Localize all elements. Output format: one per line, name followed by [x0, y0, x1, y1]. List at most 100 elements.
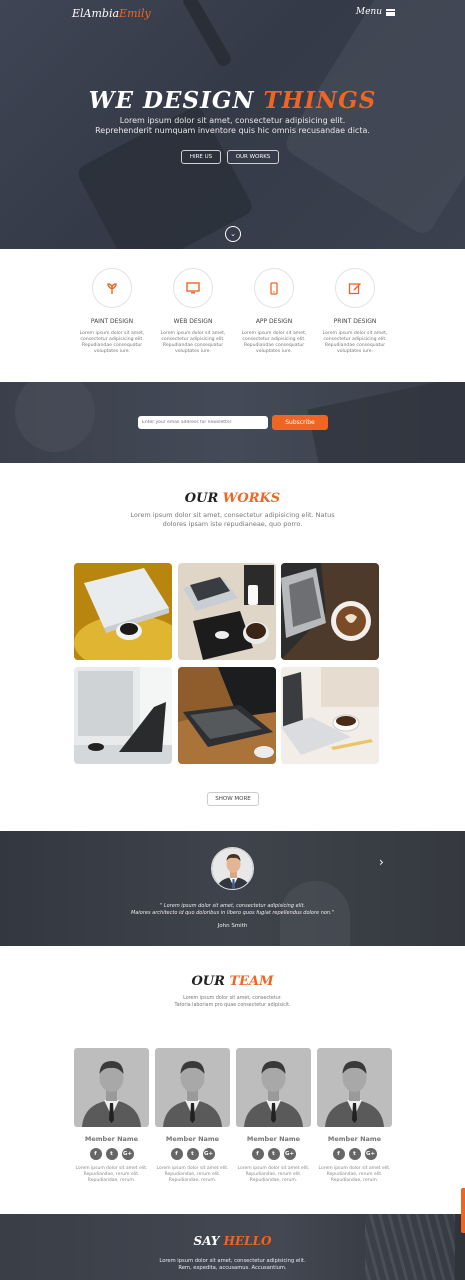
laptop-decoration — [307, 382, 465, 463]
quote-line: " Lorem ipsum dolor sit amet, consectetu… — [159, 903, 306, 909]
team-section: OUR TEAM Lorem ipsum dolor sit amet, con… — [0, 946, 465, 1214]
work-thumbnail[interactable] — [74, 563, 172, 660]
hamburger-icon — [386, 8, 395, 16]
hero-title-accent: THINGS — [263, 87, 377, 114]
service-title: WEB DESIGN — [173, 318, 213, 325]
services-section: PAINT DESIGN Lorem ipsum dolor sit amet,… — [0, 249, 465, 382]
logo-text: ElAmbia — [72, 7, 120, 20]
service-title: PAINT DESIGN — [90, 318, 134, 325]
member-name: Member Name — [165, 1135, 220, 1143]
twitter-icon[interactable]: t — [348, 1148, 361, 1160]
menu-label: Menu — [355, 7, 382, 17]
hero-subtitle-line: Reprehenderit numquam inventore quis hic… — [95, 126, 370, 135]
member-name: Member Name — [327, 1135, 382, 1143]
contact-title-text: SAY — [193, 1234, 224, 1248]
contact-title: SAY HELLO — [0, 1234, 465, 1248]
member-photo — [74, 1048, 149, 1127]
team-member-card: Member Name f t G+ Lorem ipsum dolor sit… — [74, 1048, 149, 1184]
show-more-button[interactable]: SHOW MORE — [207, 792, 259, 806]
google-plus-icon[interactable]: G+ — [364, 1148, 377, 1160]
team-subtitle: Lorem ipsum dolor sit amet, consectetur.… — [0, 996, 465, 1009]
service-item: PRINT DESIGN Lorem ipsum dolor sit amet,… — [320, 268, 390, 355]
work-thumbnail[interactable] — [178, 563, 276, 660]
google-plus-icon[interactable]: G+ — [283, 1148, 296, 1160]
works-subtitle: Lorem ipsum dolor sit amet, consectetur … — [0, 511, 465, 528]
twitter-icon[interactable]: t — [186, 1148, 199, 1160]
contact-subtitle-line: Rem, expedita, accusamus. Accusantium. — [178, 1265, 287, 1271]
our-works-button[interactable]: OUR WORKS — [227, 150, 279, 164]
hero-title: WE DESIGN THINGS — [0, 87, 465, 114]
side-tab[interactable] — [461, 1188, 465, 1233]
facebook-icon[interactable]: f — [89, 1148, 102, 1160]
works-title-text: OUR — [184, 491, 223, 506]
google-plus-icon[interactable]: G+ — [121, 1148, 134, 1160]
work-thumbnail[interactable] — [178, 667, 276, 764]
google-plus-icon[interactable]: G+ — [202, 1148, 215, 1160]
menu-button[interactable]: Menu — [356, 7, 395, 17]
twitter-icon[interactable]: t — [105, 1148, 118, 1160]
chevron-right-icon[interactable]: › — [379, 855, 384, 869]
facebook-icon[interactable]: f — [170, 1148, 183, 1160]
edit-icon — [335, 268, 375, 308]
twitter-icon[interactable]: t — [267, 1148, 280, 1160]
service-description: Lorem ipsum dolor sit amet, consectetur … — [322, 331, 388, 354]
hero-subtitle: Lorem ipsum dolor sit amet, consectetur … — [0, 116, 465, 136]
member-name: Member Name — [246, 1135, 301, 1143]
work-thumbnail[interactable] — [74, 667, 172, 764]
works-section: OUR WORKS Lorem ipsum dolor sit amet, co… — [0, 463, 465, 831]
team-member-card: Member Name f t G+ Lorem ipsum dolor sit… — [317, 1048, 392, 1184]
subscribe-button[interactable]: Subscribe — [272, 415, 328, 430]
contact-subtitle: Lorem ipsum dolor sit amet, consectetur … — [0, 1258, 465, 1272]
site-logo[interactable]: ElAmbiaEmily — [72, 7, 151, 20]
team-member-card: Member Name f t G+ Lorem ipsum dolor sit… — [155, 1048, 230, 1184]
testimonial-author: John Smith — [217, 923, 248, 929]
service-item: PAINT DESIGN Lorem ipsum dolor sit amet,… — [77, 268, 147, 355]
chevron-down-icon[interactable]: ⌄ — [225, 226, 241, 242]
work-thumbnail[interactable] — [281, 563, 379, 660]
member-name: Member Name — [84, 1135, 139, 1143]
member-description: Lorem ipsum dolor sit amet elit. Repudia… — [318, 1166, 391, 1183]
facebook-icon[interactable]: f — [332, 1148, 345, 1160]
works-subtitle-line: Lorem ipsum dolor sit amet, consectetur … — [130, 511, 335, 519]
hero-section: ElAmbiaEmily Menu WE DESIGN THINGS Lorem… — [0, 0, 465, 249]
team-subtitle-line: Lorem ipsum dolor sit amet, consectetur. — [183, 996, 282, 1001]
contact-title-accent: HELLO — [223, 1234, 272, 1248]
email-field[interactable] — [138, 416, 268, 429]
service-item: WEB DESIGN Lorem ipsum dolor sit amet, c… — [158, 268, 228, 355]
team-title-text: OUR — [191, 974, 230, 989]
social-links: f t G+ — [74, 1148, 149, 1160]
service-title: PRINT DESIGN — [333, 318, 377, 325]
member-photo — [317, 1048, 392, 1127]
works-title: OUR WORKS — [0, 491, 465, 506]
hero-subtitle-line: Lorem ipsum dolor sit amet, consectetur … — [119, 116, 346, 125]
member-description: Lorem ipsum dolor sit amet elit. Repudia… — [75, 1166, 148, 1183]
avatar — [211, 847, 254, 890]
works-title-accent: WORKS — [222, 491, 281, 506]
testimonial-section: " Lorem ipsum dolor sit amet, consectetu… — [0, 831, 465, 946]
leaf-icon — [92, 268, 132, 308]
social-links: f t G+ — [236, 1148, 311, 1160]
service-title: APP DESIGN — [255, 318, 293, 325]
member-description: Lorem ipsum dolor sit amet elit. Repudia… — [156, 1166, 229, 1183]
service-description: Lorem ipsum dolor sit amet, consectetur … — [160, 331, 226, 354]
contact-section: SAY HELLO Lorem ipsum dolor sit amet, co… — [0, 1214, 465, 1280]
team-title-accent: TEAM — [229, 974, 274, 989]
member-description: Lorem ipsum dolor sit amet elit. Repudia… — [237, 1166, 310, 1183]
logo-accent-text: Emily — [119, 7, 151, 20]
hire-us-button[interactable]: HIRE US — [181, 150, 221, 164]
service-item: APP DESIGN Lorem ipsum dolor sit amet, c… — [239, 268, 309, 355]
social-links: f t G+ — [317, 1148, 392, 1160]
monitor-icon — [173, 268, 213, 308]
mobile-icon — [254, 268, 294, 308]
quote-line: Maiores architecto id quo doloribus in l… — [131, 910, 334, 916]
pen-decoration — [180, 0, 234, 69]
hero-title-text: WE DESIGN — [88, 87, 264, 114]
facebook-icon[interactable]: f — [251, 1148, 264, 1160]
works-subtitle-line: dolores ipsam iste repudianeae, quo porr… — [162, 519, 303, 528]
work-thumbnail[interactable] — [281, 667, 379, 764]
cup-decoration — [15, 382, 95, 452]
member-photo — [236, 1048, 311, 1127]
newsletter-section: Subscribe — [0, 382, 465, 463]
team-title: OUR TEAM — [0, 974, 465, 989]
testimonial-quote: " Lorem ipsum dolor sit amet, consectetu… — [0, 903, 465, 917]
